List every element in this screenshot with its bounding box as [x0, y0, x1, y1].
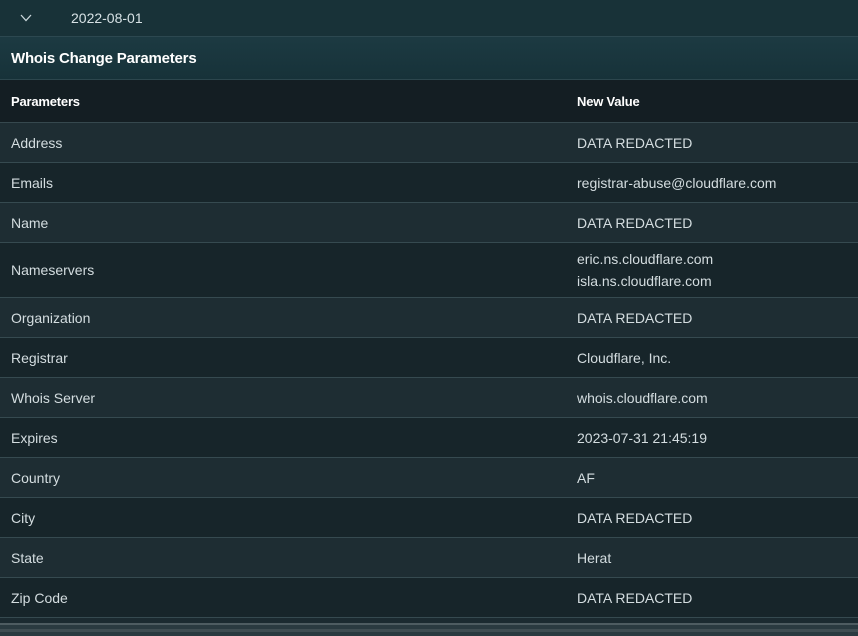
table-row: Emails registrar-abuse@cloudflare.com [0, 163, 858, 203]
parameter-value: registrar-abuse@cloudflare.com [577, 172, 858, 194]
value-line: registrar-abuse@cloudflare.com [577, 174, 777, 191]
table-row: City DATA REDACTED [0, 498, 858, 538]
parameter-name: Emails [11, 174, 54, 191]
column-header-parameters: Parameters [11, 93, 80, 109]
parameter-value: 2023-07-31 21:45:19 [577, 427, 858, 449]
parameter-name: Expires [11, 429, 58, 446]
parameter-name: Nameservers [11, 262, 95, 278]
parameter-value: DATA REDACTED [577, 307, 858, 329]
value-line: 2023-07-31 21:45:19 [577, 429, 707, 446]
parameter-value: AF [577, 467, 858, 489]
value-line: isla.ns.cloudflare.com [577, 273, 712, 289]
parameter-value: Herat [577, 547, 858, 569]
parameter-name: Organization [11, 309, 91, 326]
value-line: Cloudflare, Inc. [577, 349, 672, 366]
section-title: Whois Change Parameters [11, 49, 197, 67]
value-line: Herat [577, 549, 612, 566]
value-line: AF [577, 469, 595, 486]
parameter-value: DATA REDACTED [577, 507, 858, 529]
section-header: Whois Change Parameters [0, 37, 858, 80]
whois-history-panel: 2022-08-01 Whois Change Parameters Param… [0, 0, 858, 636]
value-line: eric.ns.cloudflare.com [577, 251, 714, 267]
column-header-new-value: New Value [577, 93, 640, 109]
scrollbar-track[interactable] [0, 629, 858, 632]
value-line: DATA REDACTED [577, 589, 693, 606]
change-date: 2022-08-01 [71, 10, 143, 26]
parameter-value: DATA REDACTED [577, 587, 858, 609]
value-line: DATA REDACTED [577, 509, 693, 526]
table-row: Zip Code DATA REDACTED [0, 578, 858, 618]
parameter-name: Whois Server [11, 389, 96, 406]
table-body: Address DATA REDACTED Emails registrar-abus… [0, 123, 858, 618]
parameter-value: whois.cloudflare.com [577, 387, 858, 409]
parameter-name: Registrar [11, 349, 68, 366]
parameter-name: State [11, 549, 44, 566]
parameter-name: Name [11, 214, 49, 231]
parameter-name: Country [11, 469, 61, 486]
value-line: whois.cloudflare.com [577, 389, 708, 406]
value-line: DATA REDACTED [577, 214, 693, 231]
parameter-name: Address [11, 134, 63, 151]
table-row: Nameservers eric.ns.cloudflare.com isla.ns… [0, 243, 858, 298]
parameter-value: DATA REDACTED [577, 212, 858, 234]
table-row: Organization DATA REDACTED [0, 298, 858, 338]
table-row: Expires 2023-07-31 21:45:19 [0, 418, 858, 458]
table-row: Whois Server whois.cloudflare.com [0, 378, 858, 418]
table-row: Country AF [0, 458, 858, 498]
table-row: Name DATA REDACTED [0, 203, 858, 243]
table-row: State Herat [0, 538, 858, 578]
horizontal-scrollbar[interactable] [0, 623, 858, 636]
parameter-value: DATA REDACTED [577, 132, 858, 154]
table-header-row: Parameters New Value [0, 80, 858, 123]
value-line: DATA REDACTED [577, 134, 693, 151]
date-row[interactable]: 2022-08-01 [0, 0, 858, 37]
parameter-name: City [11, 509, 36, 526]
parameter-value: Cloudflare, Inc. [577, 347, 858, 369]
parameter-name: Zip Code [11, 589, 68, 606]
table-row: Registrar Cloudflare, Inc. [0, 338, 858, 378]
chevron-down-icon[interactable] [19, 11, 33, 25]
table-row: Address DATA REDACTED [0, 123, 858, 163]
parameter-value: eric.ns.cloudflare.com isla.ns.cloudflare… [577, 248, 858, 292]
value-line: DATA REDACTED [577, 309, 693, 326]
